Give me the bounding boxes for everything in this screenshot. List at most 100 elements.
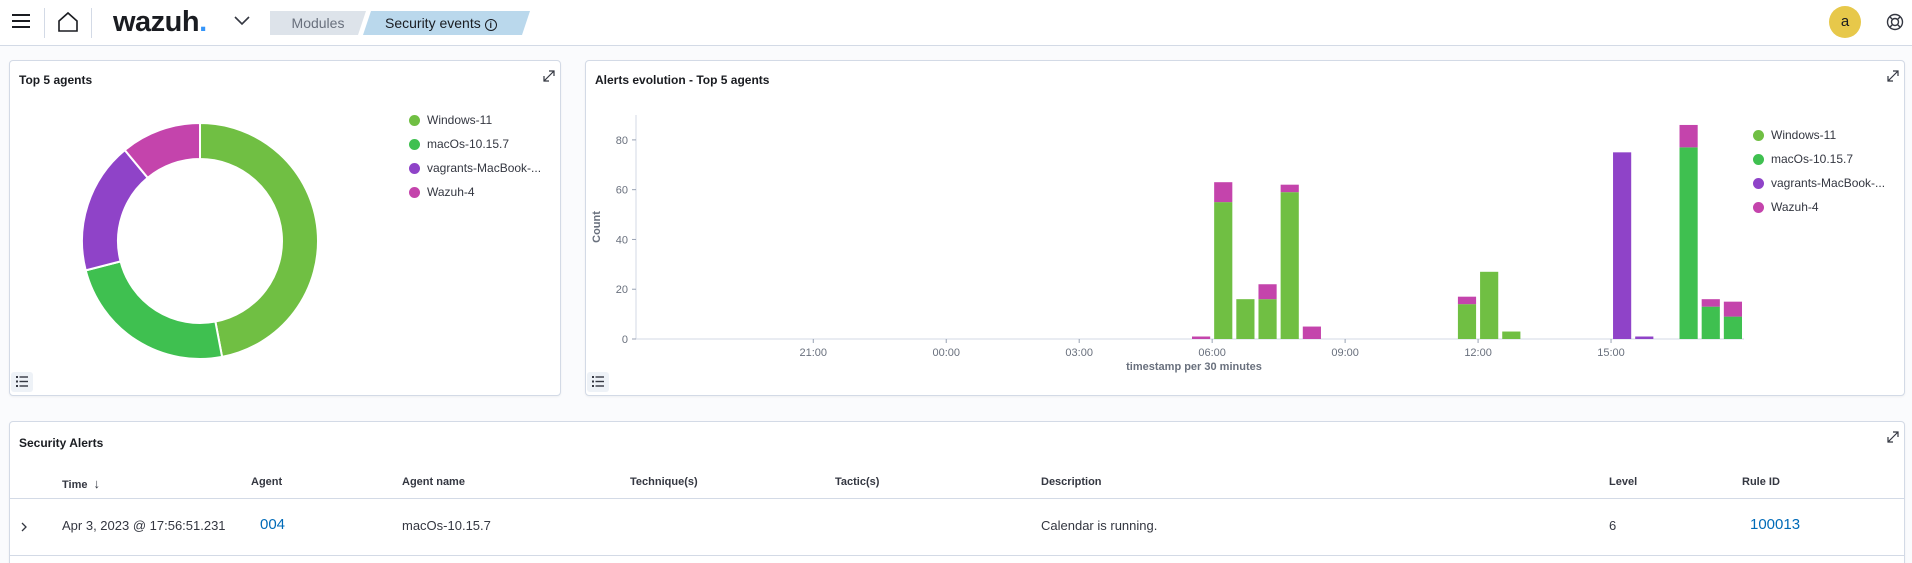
bar-segment: [1258, 299, 1277, 339]
column-header-description[interactable]: Description: [1041, 476, 1102, 488]
legend-label: Windows-11: [1771, 128, 1837, 142]
legend-label: macOs-10.15.7: [427, 137, 510, 151]
chevron-down-icon[interactable]: [232, 13, 252, 29]
legend-item[interactable]: Windows-11: [1753, 123, 1885, 147]
donut-legend: Windows-11 macOs-10.15.7 vagrants-MacBoo…: [409, 108, 541, 204]
bar-segment: [1457, 296, 1477, 305]
y-tick-label: 40: [616, 234, 628, 246]
legend-label: vagrants-MacBook-...: [1771, 176, 1886, 190]
chevron-right-icon[interactable]: [20, 521, 28, 533]
top-agents-panel: Top 5 agents Windows-11 macOs-10.15.7 va…: [9, 60, 561, 396]
bar-segment: [1457, 304, 1477, 339]
legend-label: macOs-10.15.7: [1771, 152, 1854, 166]
legend-item[interactable]: vagrants-MacBook-...: [1753, 171, 1885, 195]
column-header-rule-id[interactable]: Rule ID: [1742, 476, 1780, 488]
column-header-time[interactable]: Time ↓: [62, 476, 100, 491]
panel-title: Alerts evolution - Top 5 agents: [595, 73, 770, 87]
help-lifebuoy-icon[interactable]: [1886, 13, 1904, 31]
legend-toggle-button[interactable]: [11, 372, 33, 392]
legend-label: Windows-11: [427, 113, 493, 127]
panel-title: Top 5 agents: [19, 73, 93, 87]
bar-segment: [1214, 202, 1233, 339]
legend-toggle-button[interactable]: [587, 372, 609, 392]
bar-segment: [1480, 271, 1499, 339]
bar-segment: [1723, 301, 1743, 317]
x-axis-label: timestamp per 30 minutes: [1126, 361, 1262, 373]
bar-segment: [1258, 284, 1277, 300]
breadcrumb-modules[interactable]: Modules: [270, 11, 366, 35]
bar-segment: [1701, 306, 1720, 339]
bar-segment: [1613, 152, 1632, 339]
y-tick-label: 20: [616, 284, 628, 296]
legend-label: Wazuh-4: [427, 185, 475, 199]
legend-item[interactable]: macOs-10.15.7: [1753, 147, 1885, 171]
wazuh-logo[interactable]: wazuh.: [113, 6, 207, 39]
column-header-techniques[interactable]: Technique(s): [630, 476, 698, 488]
legend-dot: [409, 138, 420, 150]
y-tick-label: 80: [616, 135, 628, 147]
x-tick-label: 06:00: [1198, 347, 1226, 359]
legend-label: Wazuh-4: [1771, 200, 1819, 214]
donut-slice: [81, 148, 150, 272]
header-divider: [44, 8, 45, 38]
bar-segment: [1236, 299, 1255, 339]
donut-chart: [81, 121, 319, 360]
sort-arrow-icon: ↓: [93, 476, 101, 491]
bar-segment: [1679, 147, 1698, 339]
cell-rule-id-link[interactable]: 100013: [1750, 516, 1800, 533]
expand-icon[interactable]: [542, 69, 556, 83]
info-icon[interactable]: i: [485, 19, 497, 31]
x-tick-label: 12:00: [1464, 347, 1492, 359]
y-axis-label: Count: [591, 211, 603, 243]
column-header-tactics[interactable]: Tactic(s): [835, 476, 879, 488]
cell-agent-name: macOs-10.15.7: [402, 518, 491, 533]
list-icon: [16, 376, 28, 387]
donut-slice: [199, 121, 319, 359]
user-avatar[interactable]: a: [1829, 6, 1861, 38]
top-header: wazuh. Modules Security events i a: [0, 0, 1912, 46]
cell-time: Apr 3, 2023 @ 17:56:51.231: [62, 518, 226, 533]
bar-segment: [1280, 192, 1299, 339]
alerts-evolution-panel: Alerts evolution - Top 5 agents 0 20 40 60 8…: [585, 60, 1905, 396]
legend-item[interactable]: Windows-11: [409, 108, 541, 132]
expand-icon[interactable]: [1886, 69, 1900, 83]
x-tick-label: 03:00: [1065, 347, 1093, 359]
x-tick-label: 21:00: [800, 347, 828, 359]
list-icon: [592, 376, 604, 387]
bar-segment: [1635, 336, 1654, 339]
bar-legend: Windows-11 macOs-10.15.7 vagrants-MacBoo…: [1753, 123, 1885, 219]
legend-dot: [1753, 153, 1764, 165]
header-divider: [91, 8, 92, 38]
column-header-agent[interactable]: Agent: [251, 476, 282, 488]
bar-segment: [1280, 184, 1299, 193]
legend-dot: [1753, 177, 1764, 189]
legend-label: vagrants-MacBook-...: [427, 161, 542, 175]
legend-dot: [409, 162, 420, 174]
legend-item[interactable]: Wazuh-4: [409, 180, 541, 204]
legend-dot: [409, 186, 420, 198]
menu-icon[interactable]: [12, 14, 30, 28]
legend-dot: [1753, 201, 1764, 213]
expand-icon[interactable]: [1886, 430, 1900, 444]
column-header-agent-name[interactable]: Agent name: [402, 476, 465, 488]
table-row-divider: [10, 555, 1905, 556]
legend-item[interactable]: Wazuh-4: [1753, 195, 1885, 219]
home-icon[interactable]: [56, 10, 80, 34]
cell-agent-link[interactable]: 004: [260, 516, 285, 533]
legend-item[interactable]: macOs-10.15.7: [409, 132, 541, 156]
panel-title: Security Alerts: [19, 436, 104, 450]
bar-segment: [1214, 182, 1233, 203]
x-tick-label: 15:00: [1597, 347, 1625, 359]
cell-description: Calendar is running.: [1041, 518, 1158, 533]
y-tick-label: 0: [622, 334, 628, 346]
bar-segment: [1679, 124, 1698, 148]
stacked-bar-chart: 0 20 40 60 80 21:00 00:00 03:00 06:00 09:00 12:00 1…: [591, 115, 1744, 373]
bar-segment: [1723, 316, 1743, 339]
legend-item[interactable]: vagrants-MacBook-...: [409, 156, 541, 180]
column-header-level[interactable]: Level: [1609, 476, 1637, 488]
x-tick-label: 00:00: [932, 347, 960, 359]
table-header-divider: [10, 498, 1905, 499]
y-tick-label: 60: [616, 185, 628, 197]
donut-slice: [84, 260, 224, 360]
bar-segment: [1701, 299, 1720, 307]
